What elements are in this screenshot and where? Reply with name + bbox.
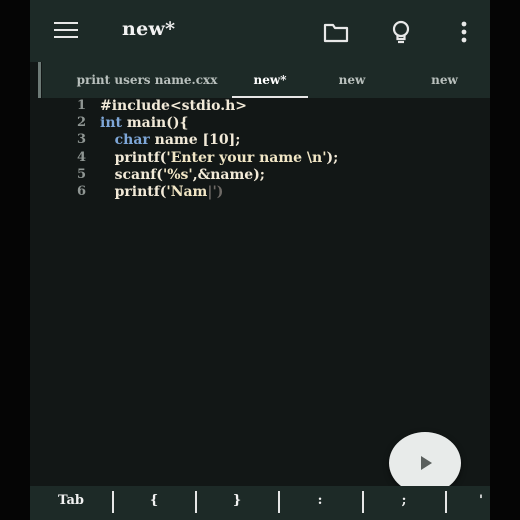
line-number: 6	[76, 184, 86, 199]
key-divider	[195, 491, 197, 513]
folder-icon[interactable]	[322, 18, 350, 46]
app-toolbar: new*	[30, 0, 490, 62]
code-token: printf(	[100, 149, 167, 166]
code-line[interactable]: 6 printf('Nam|')	[30, 184, 490, 201]
code-token: ,&name);	[192, 166, 265, 183]
key-divider	[278, 491, 280, 513]
code-token: main(){	[121, 115, 189, 132]
line-number: 1	[76, 98, 86, 113]
code-token: #include<stdio.h>	[100, 98, 248, 114]
file-tabs: print users name.cxx new* new new	[38, 62, 490, 98]
code-editor[interactable]: 1 #include<stdio.h> 2 int main(){3 char nam…	[30, 98, 490, 486]
code-token: char	[100, 132, 150, 149]
code-line[interactable]: 4 printf('Enter your name \n');	[30, 150, 490, 167]
more-vert-icon[interactable]	[450, 18, 478, 46]
run-button[interactable]	[389, 432, 461, 494]
line-number: 4	[76, 149, 86, 165]
tab-new-2[interactable]: new	[322, 62, 382, 98]
key-divider	[112, 491, 114, 513]
play-icon	[421, 456, 432, 470]
key-divider	[445, 491, 447, 513]
key-open-brace[interactable]: {	[140, 486, 168, 520]
line-code: printf('Nam|')	[100, 184, 224, 200]
code-token: printf(	[100, 184, 167, 200]
code-token: );	[326, 149, 339, 166]
line-number: 2	[76, 115, 86, 131]
left-edge	[0, 0, 30, 520]
code-token: name [10];	[149, 132, 241, 149]
tab-new-3[interactable]: new	[417, 62, 472, 98]
key-tab[interactable]: Tab	[50, 486, 92, 520]
code-line[interactable]: 1 #include<stdio.h>	[30, 98, 490, 115]
code-token: int	[100, 115, 122, 132]
line-code: #include<stdio.h>	[100, 98, 247, 114]
key-colon[interactable]: :	[306, 486, 334, 520]
lightbulb-icon[interactable]	[387, 18, 415, 46]
code-token: 'Nam	[166, 184, 208, 200]
code-token: 'Enter your name \n'	[166, 149, 327, 166]
code-line[interactable]: 2 int main(){	[30, 115, 490, 132]
line-code: printf('Enter your name \n');	[100, 149, 339, 166]
code-token: |')	[207, 184, 224, 200]
right-edge	[490, 0, 520, 520]
code-line[interactable]: 5 scanf('%s',&name);	[30, 167, 490, 184]
line-number: 5	[76, 166, 86, 182]
menu-icon[interactable]	[54, 22, 78, 40]
file-title: new*	[122, 18, 176, 40]
line-code: scanf('%s',&name);	[100, 167, 265, 183]
line-code: int main(){	[100, 115, 188, 131]
key-semicolon[interactable]: ;	[390, 486, 418, 520]
tab-scroll-indicator	[38, 62, 41, 98]
code-line[interactable]: 3 char name [10];	[30, 132, 490, 149]
code-token: scanf(	[100, 166, 163, 183]
key-divider	[362, 491, 364, 513]
line-number: 3	[76, 132, 86, 148]
line-code: char name [10];	[100, 132, 241, 149]
key-quote[interactable]: '	[473, 486, 489, 520]
tab-new-active[interactable]: new*	[232, 62, 308, 98]
code-token: '%s'	[162, 166, 193, 183]
tab-print-users-name[interactable]: print users name.cxx	[62, 62, 232, 98]
symbol-keybar: Tab { } : ; '	[30, 486, 490, 520]
key-close-brace[interactable]: }	[223, 486, 251, 520]
